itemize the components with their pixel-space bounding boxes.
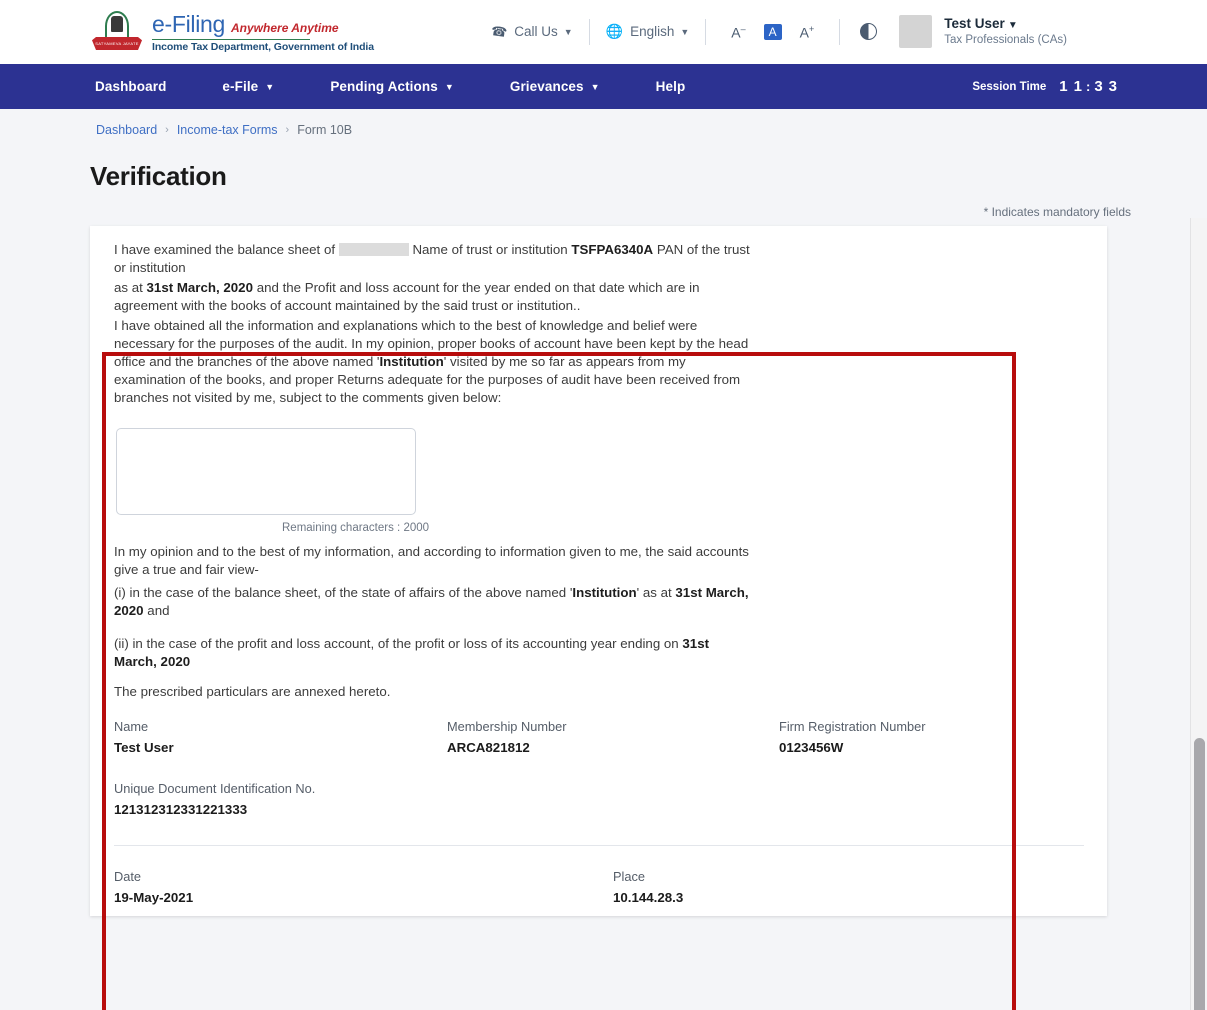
footer-row: Date 19-May-2021 Place 10.144.28.3 — [114, 869, 1059, 931]
header-divider-1 — [589, 19, 590, 45]
field-udin-label: Unique Document Identification No. — [114, 781, 315, 796]
national-emblem-icon: SATYAMEVA JAYATE — [92, 9, 142, 55]
verification-paragraph-4: In my opinion and to the best of my info… — [114, 543, 754, 579]
nav-item-dashboard[interactable]: Dashboard — [95, 79, 166, 94]
field-membership-number-value: ARCA821812 — [447, 740, 566, 755]
redacted-institution-name — [339, 243, 409, 256]
field-place-value: 10.144.28.3 — [613, 890, 683, 905]
header-utilities: ☎ Call Us ▼ 🌐 English ▼ A– A A+ Test Use… — [491, 15, 1067, 49]
chevron-down-icon: ▼ — [564, 27, 573, 37]
nav-item-grievances[interactable]: Grievances▼ — [510, 79, 600, 94]
session-label: Session Time — [972, 81, 1046, 93]
contrast-toggle-icon[interactable] — [860, 23, 877, 40]
brand-text: e-Filing Anywhere Anytime Income Tax Dep… — [152, 11, 374, 53]
remaining-characters-label: Remaining characters : 2000 — [282, 522, 429, 534]
call-us-label: Call Us — [514, 24, 558, 39]
user-name-label: Test User — [944, 16, 1005, 31]
brand-divider — [152, 39, 310, 40]
brand-department: Income Tax Department, Government of Ind… — [152, 41, 374, 53]
page-title: Verification — [90, 161, 227, 192]
verification-paragraph-1: I have examined the balance sheet of Nam… — [114, 241, 754, 277]
header-divider-2 — [705, 19, 706, 45]
font-normal-button[interactable]: A — [764, 24, 782, 40]
breadcrumb-item-income-tax-forms[interactable]: Income-tax Forms — [177, 123, 278, 137]
call-us-button[interactable]: ☎ Call Us ▼ — [491, 24, 573, 40]
top-header: SATYAMEVA JAYATE e-Filing Anywhere Anyti… — [0, 0, 1207, 64]
nav-item-pending-actions[interactable]: Pending Actions▼ — [330, 79, 454, 94]
main-navigation: Dashboard e-File▼ Pending Actions▼ Griev… — [0, 64, 1207, 109]
language-selector[interactable]: 🌐 English ▼ — [606, 23, 690, 40]
verification-paragraph-5: (i) in the case of the balance sheet, of… — [114, 584, 754, 620]
page-body: Dashboard › Income-tax Forms › Form 10B … — [0, 109, 1207, 1010]
signatory-row-2: Unique Document Identification No. 12131… — [114, 781, 1059, 843]
session-digits: 1 1 : 3 3 — [1056, 78, 1120, 95]
section-divider — [114, 845, 1084, 846]
header-divider-3 — [839, 19, 840, 45]
verification-paragraph-2: as at 31st March, 2020 and the Profit an… — [114, 279, 754, 315]
globe-icon: 🌐 — [606, 23, 623, 40]
breadcrumb-item-dashboard[interactable]: Dashboard — [96, 123, 157, 137]
breadcrumb-separator-icon: › — [165, 124, 169, 136]
breadcrumb-item-form-10b: Form 10B — [297, 123, 352, 137]
phone-icon: ☎ — [490, 23, 508, 41]
field-udin: Unique Document Identification No. 12131… — [114, 781, 315, 817]
chevron-down-icon: ▼ — [265, 82, 274, 92]
field-date: Date 19-May-2021 — [114, 869, 193, 905]
comments-textarea[interactable] — [116, 428, 416, 515]
font-increase-button[interactable]: A+ — [800, 24, 815, 41]
avatar — [899, 15, 932, 48]
verification-card: I have examined the balance sheet of Nam… — [90, 226, 1107, 916]
vertical-scrollbar-thumb[interactable] — [1194, 738, 1205, 1010]
field-firm-registration-number: Firm Registration Number 0123456W — [779, 719, 926, 755]
breadcrumb-separator-icon: › — [286, 124, 290, 136]
field-place-label: Place — [613, 869, 683, 884]
breadcrumb: Dashboard › Income-tax Forms › Form 10B — [96, 123, 352, 137]
brand-tagline: Anywhere Anytime — [231, 21, 339, 35]
page-root: SATYAMEVA JAYATE e-Filing Anywhere Anyti… — [0, 0, 1207, 1010]
field-date-label: Date — [114, 869, 193, 884]
signatory-fields: Name Test User Membership Number ARCA821… — [114, 719, 1059, 843]
field-name-value: Test User — [114, 740, 174, 755]
field-name: Name Test User — [114, 719, 174, 755]
site-logo[interactable]: SATYAMEVA JAYATE e-Filing Anywhere Anyti… — [92, 9, 374, 55]
user-role-label: Tax Professionals (CAs) — [944, 33, 1067, 49]
nav-item-efile[interactable]: e-File▼ — [222, 79, 274, 94]
user-menu[interactable]: Test User▼ Tax Professionals (CAs) — [899, 15, 1067, 49]
mandatory-fields-note: * Indicates mandatory fields — [984, 205, 1131, 219]
vertical-scrollbar-track[interactable] — [1190, 218, 1207, 1010]
field-membership-number: Membership Number ARCA821812 — [447, 719, 566, 755]
brand-title: e-Filing — [152, 11, 225, 38]
content-frame: Dashboard › Income-tax Forms › Form 10B … — [22, 109, 1185, 1010]
font-decrease-button[interactable]: A– — [731, 24, 745, 41]
field-place: Place 10.144.28.3 — [613, 869, 683, 905]
signatory-row-1: Name Test User Membership Number ARCA821… — [114, 719, 1059, 781]
language-label: English — [630, 24, 674, 39]
session-timer: Session Time 1 1 : 3 3 — [972, 78, 1120, 95]
date-place-fields: Date 19-May-2021 Place 10.144.28.3 — [114, 869, 1059, 931]
nav-item-help[interactable]: Help — [656, 79, 686, 94]
chevron-down-icon: ▼ — [680, 27, 689, 37]
emblem-motto: SATYAMEVA JAYATE — [92, 37, 142, 50]
chevron-down-icon: ▼ — [1008, 20, 1018, 31]
field-membership-number-label: Membership Number — [447, 719, 566, 734]
left-gutter — [0, 218, 22, 1010]
field-date-value: 19-May-2021 — [114, 890, 193, 905]
field-udin-value: 121312312331221333 — [114, 802, 315, 817]
verification-paragraph-7: The prescribed particulars are annexed h… — [114, 684, 390, 699]
field-name-label: Name — [114, 719, 174, 734]
verification-paragraph-3: I have obtained all the information and … — [114, 317, 754, 407]
verification-paragraph-6: (ii) in the case of the profit and loss … — [114, 635, 754, 671]
field-firm-registration-number-value: 0123456W — [779, 740, 926, 755]
field-firm-registration-number-label: Firm Registration Number — [779, 719, 926, 734]
chevron-down-icon: ▼ — [445, 82, 454, 92]
chevron-down-icon: ▼ — [591, 82, 600, 92]
